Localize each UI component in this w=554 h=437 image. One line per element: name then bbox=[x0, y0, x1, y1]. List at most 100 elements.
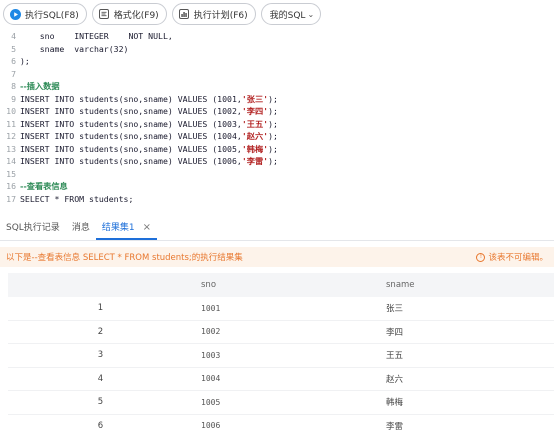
line-number: 15 bbox=[6, 168, 16, 179]
code-text: INSERT INTO students(sno,sname) VALUES (… bbox=[20, 106, 278, 116]
table-row[interactable]: 5 1005 韩梅 bbox=[8, 391, 554, 415]
line-number: 14 bbox=[6, 156, 16, 166]
explain-plan-label: 执行计划(F6) bbox=[193, 10, 248, 21]
code-text: INSERT INTO students(sno,sname) VALUES (… bbox=[20, 119, 278, 129]
format-label: 格式化(F9) bbox=[113, 10, 159, 21]
readonly-text: 该表不可编辑。 bbox=[488, 253, 548, 263]
my-sql-dropdown[interactable]: 我的SQL ⌄ bbox=[260, 3, 322, 25]
code-segment: ); bbox=[268, 106, 278, 116]
format-button[interactable]: 格式化(F9) bbox=[91, 3, 167, 25]
line-number: 7 bbox=[11, 68, 16, 79]
result-table: sno sname 1 1001 张三 2 1002 李四 3 1003 王五 4 1004 赵六 5 1… bbox=[8, 273, 554, 437]
editor-line[interactable]: 14 INSERT INTO students(sno,sname) VALUES… bbox=[0, 155, 554, 168]
editor-line[interactable]: 10 INSERT INTO students(sno,sname) VALUES… bbox=[0, 105, 554, 118]
sno-cell: 1006 bbox=[201, 421, 221, 431]
table-row[interactable]: 6 1006 李雷 bbox=[8, 415, 554, 437]
editor-line[interactable]: 16 --查看表信息 bbox=[0, 180, 554, 193]
string-literal: '赵六' bbox=[241, 131, 269, 141]
table-row[interactable]: 2 1002 李四 bbox=[8, 321, 554, 344]
line-number: 4 bbox=[11, 31, 16, 41]
tab-sql-log[interactable]: SQL执行记录 bbox=[0, 216, 66, 240]
code-segment: INSERT INTO students(sno,sname) VALUES (… bbox=[20, 131, 242, 141]
table-body: 1 1001 张三 2 1002 李四 3 1003 王五 4 1004 赵六 5 1005 韩梅 6 1006… bbox=[8, 297, 554, 437]
plan-icon bbox=[179, 9, 190, 20]
editor-line[interactable]: 9 INSERT INTO students(sno,sname) VALUES … bbox=[0, 93, 554, 106]
result-info-message: 以下是--查看表信息 SELECT * FROM students;的执行结果集 bbox=[6, 253, 243, 263]
code-segment: ); bbox=[268, 118, 278, 129]
explain-plan-button[interactable]: 执行计划(F6) bbox=[171, 3, 256, 25]
editor-line[interactable]: 12 INSERT INTO students(sno,sname) VALUES… bbox=[0, 130, 554, 143]
editor-line[interactable]: 6); bbox=[0, 55, 554, 68]
line-number: 11 bbox=[6, 118, 16, 129]
code-text: ); bbox=[20, 56, 30, 66]
column-header-sname[interactable]: sname bbox=[378, 280, 554, 290]
code-text: sno INTEGER NOT NULL, bbox=[20, 31, 173, 41]
code-text: sname varchar(32) bbox=[20, 43, 129, 54]
line-number: 10 bbox=[6, 106, 16, 116]
code-segment: ); bbox=[268, 131, 278, 141]
editor-line[interactable]: 15 bbox=[0, 168, 554, 181]
line-number: 6 bbox=[11, 56, 16, 66]
run-sql-button[interactable]: 执行SQL(F8) bbox=[3, 3, 87, 25]
format-icon bbox=[99, 9, 110, 20]
table-row[interactable]: 1 1001 张三 bbox=[8, 297, 554, 321]
editor-line[interactable]: 13 INSERT INTO students(sno,sname) VALUES… bbox=[0, 143, 554, 156]
sql-editor[interactable]: 4 sno INTEGER NOT NULL, 5 sname varchar(3… bbox=[0, 30, 554, 208]
close-icon[interactable]: × bbox=[143, 222, 151, 233]
row-index-cell: 6 bbox=[97, 420, 104, 431]
code-text: INSERT INTO students(sno,sname) VALUES (… bbox=[20, 144, 278, 154]
sname-cell: 李四 bbox=[386, 327, 404, 338]
string-literal: '张三' bbox=[241, 93, 269, 104]
code-segment: INSERT INTO students(sno,sname) VALUES (… bbox=[20, 93, 242, 104]
chevron-down-icon: ⌄ bbox=[307, 9, 315, 19]
line-number: 9 bbox=[11, 93, 16, 104]
result-info-bar: 以下是--查看表信息 SELECT * FROM students;的执行结果集… bbox=[0, 247, 554, 267]
line-number: 8 bbox=[11, 81, 16, 91]
sname-cell: 李雷 bbox=[386, 421, 404, 432]
tab-messages-label: 消息 bbox=[71, 223, 90, 233]
string-literal: '李雷' bbox=[241, 156, 269, 166]
my-sql-label: 我的SQL bbox=[269, 10, 306, 21]
table-row[interactable]: 4 1004 赵六 bbox=[8, 368, 554, 391]
editor-line[interactable]: 5 sname varchar(32) bbox=[0, 43, 554, 56]
sno-cell: 1003 bbox=[201, 350, 221, 360]
code-comment: --插入数据 bbox=[20, 81, 60, 91]
editor-line[interactable]: 8 --插入数据 bbox=[0, 80, 554, 93]
tab-result-set-1[interactable]: 结果集1 × bbox=[95, 216, 157, 240]
line-number: 17 bbox=[6, 193, 16, 204]
line-number: 13 bbox=[6, 143, 16, 154]
column-header-sno[interactable]: sno bbox=[193, 280, 378, 290]
tab-messages[interactable]: 消息 bbox=[66, 216, 96, 240]
row-index-cell: 2 bbox=[97, 326, 104, 337]
line-number: 16 bbox=[6, 181, 16, 191]
string-literal: '韩梅' bbox=[241, 143, 269, 154]
code-segment: INSERT INTO students(sno,sname) VALUES (… bbox=[20, 118, 242, 129]
string-literal: '李四' bbox=[241, 106, 269, 116]
run-sql-label: 执行SQL(F8) bbox=[25, 10, 79, 21]
string-literal: '王五' bbox=[241, 118, 269, 129]
readonly-notice: ! 该表不可编辑。 bbox=[476, 251, 548, 263]
line-number: 12 bbox=[6, 131, 16, 141]
editor-line[interactable]: 17 SELECT * FROM students; bbox=[0, 193, 554, 206]
result-tabs: SQL执行记录 消息 结果集1 × bbox=[0, 217, 554, 241]
sname-cell: 赵六 bbox=[386, 374, 404, 385]
code-segment: INSERT INTO students(sno,sname) VALUES (… bbox=[20, 156, 242, 166]
code-text: SELECT * FROM students; bbox=[20, 193, 134, 204]
warning-icon: ! bbox=[476, 252, 486, 262]
editor-line[interactable]: 7 bbox=[0, 68, 554, 81]
code-segment: ); bbox=[268, 93, 278, 104]
tab-sql-log-label: SQL执行记录 bbox=[6, 223, 60, 233]
table-header: sno sname bbox=[8, 273, 554, 297]
sno-cell: 1002 bbox=[201, 327, 221, 337]
toolbar: 执行SQL(F8) 格式化(F9) 执行计划(F6) 我的SQL ⌄ bbox=[0, 0, 554, 28]
code-text: INSERT INTO students(sno,sname) VALUES (… bbox=[20, 94, 278, 104]
code-text: INSERT INTO students(sno,sname) VALUES (… bbox=[20, 131, 278, 141]
editor-line[interactable]: 11 INSERT INTO students(sno,sname) VALUES… bbox=[0, 118, 554, 131]
table-row[interactable]: 3 1003 王五 bbox=[8, 344, 554, 368]
sno-cell: 1001 bbox=[201, 303, 221, 313]
code-segment: INSERT INTO students(sno,sname) VALUES (… bbox=[20, 106, 242, 116]
editor-line[interactable]: 4 sno INTEGER NOT NULL, bbox=[0, 30, 554, 43]
code-comment: --查看表信息 bbox=[20, 181, 68, 191]
code-text: INSERT INTO students(sno,sname) VALUES (… bbox=[20, 156, 278, 166]
line-number: 5 bbox=[11, 43, 16, 54]
